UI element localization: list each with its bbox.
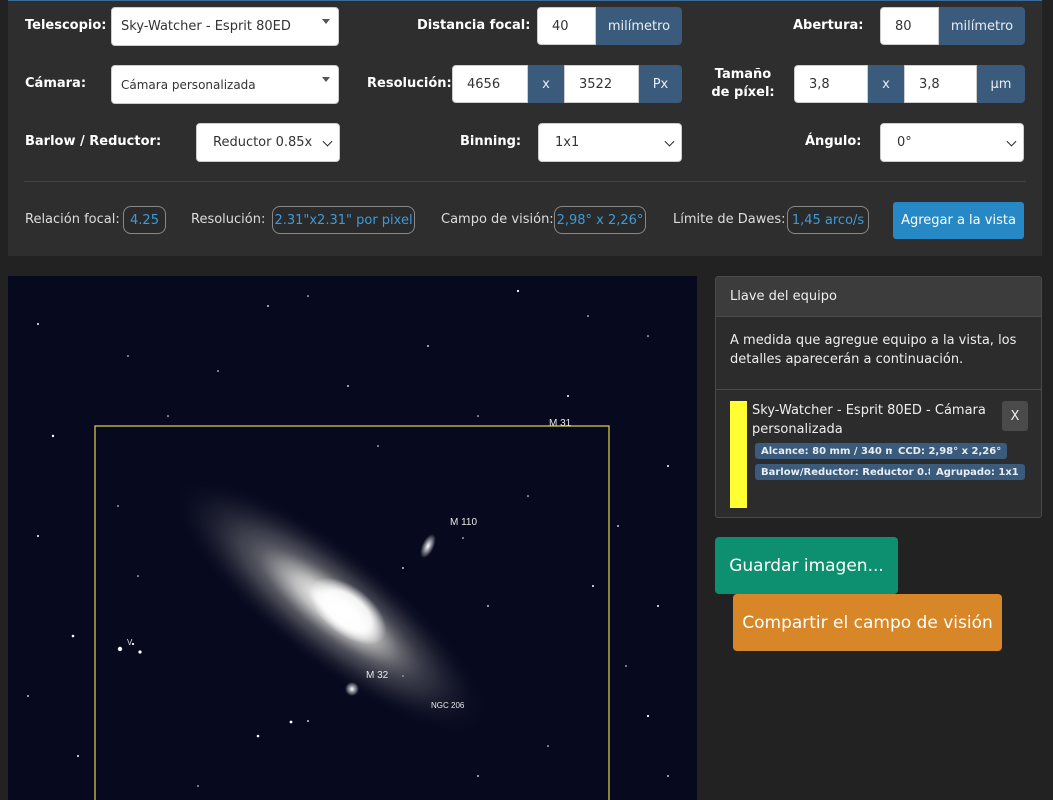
share-fov-button[interactable]: Compartir el campo de visión — [733, 594, 1002, 651]
m110-galaxy — [420, 533, 436, 559]
andromeda-galaxy — [172, 477, 488, 735]
telescope-label: Telescopio: — [25, 18, 107, 33]
pixel-size-unit: μm — [977, 65, 1025, 103]
star-field — [27, 289, 669, 787]
stat-resolution-label: Resolución: — [191, 212, 266, 227]
chevron-down-icon — [1006, 136, 1017, 147]
resolution-separator: x — [528, 65, 564, 103]
label-m31: M 31 — [549, 418, 572, 429]
barlow-value: Reductor 0.85x — [213, 135, 313, 150]
resolution-width-input[interactable]: 4656 — [452, 65, 528, 103]
binning-label: Binning: — [460, 134, 522, 149]
camera-value: Cámara personalizada — [121, 77, 256, 92]
sky-view[interactable]: M 31 M 110 M 32 NGC 206 V — [8, 276, 697, 800]
focal-ratio-label: Relación focal: — [25, 212, 120, 227]
resolution-height-input[interactable]: 3522 — [564, 65, 639, 103]
m32-galaxy — [345, 682, 359, 696]
resolution-unit: Px — [639, 65, 682, 103]
pixel-size-width-input[interactable]: 3,8 — [794, 65, 868, 103]
sky-chart: M 31 M 110 M 32 NGC 206 V — [27, 289, 669, 800]
aperture-input[interactable]: 80 — [880, 7, 939, 45]
focal-length-label: Distancia focal: — [417, 18, 531, 33]
add-to-view-button[interactable]: Agregar a la vista — [893, 202, 1024, 239]
aperture-unit: milímetro — [939, 7, 1025, 45]
camera-label: Cámara: — [25, 76, 87, 91]
label-v: V — [127, 638, 133, 647]
label-ngc206: NGC 206 — [431, 701, 465, 710]
divider — [24, 181, 1026, 182]
caret-down-icon — [322, 77, 330, 82]
binning-value: 1x1 — [555, 135, 580, 150]
remove-equipment-button[interactable]: X — [1002, 401, 1028, 431]
angle-label: Ángulo: — [805, 134, 862, 149]
equipment-key-card: Llave del equipo A medida que agregue eq… — [715, 276, 1042, 518]
chevron-down-icon — [322, 136, 333, 147]
resolution-label: Resolución: — [367, 76, 452, 91]
focal-length-unit: milímetro — [596, 7, 682, 45]
settings-panel: Telescopio: Sky-Watcher - Esprit 80ED Di… — [8, 0, 1042, 256]
equipment-key-title: Llave del equipo — [716, 277, 1041, 317]
binning-select[interactable]: 1x1 — [538, 123, 682, 162]
divider — [716, 389, 1041, 390]
dawes-badge: 1,45 arco/s — [787, 206, 869, 234]
label-m110: M 110 — [450, 517, 477, 528]
focal-length-input[interactable]: 40 — [537, 7, 596, 45]
barlow-label: Barlow / Reductor: — [25, 134, 162, 149]
focal-ratio-badge: 4.25 — [123, 206, 166, 234]
angle-select[interactable]: 0° — [880, 123, 1024, 162]
equipment-color-swatch — [730, 401, 747, 508]
tag-reach: Alcance: 80 mm / 340 mm — [755, 443, 913, 459]
aperture-label: Abertura: — [793, 18, 864, 33]
pixel-size-label: Tamaño de píxel: — [711, 67, 775, 100]
chevron-down-icon — [664, 136, 675, 147]
telescope-select[interactable]: Sky-Watcher - Esprit 80ED — [111, 7, 339, 46]
tag-barlow: Barlow/Reductor: Reductor 0.85x — [755, 464, 955, 480]
save-image-button[interactable]: Guardar imagen... — [715, 537, 898, 594]
camera-select[interactable]: Cámara personalizada — [111, 65, 339, 104]
tag-binning: Agrupado: 1x1 — [930, 464, 1025, 480]
equipment-key-description: A medida que agregue equipo a la vista, … — [730, 333, 1017, 367]
caret-down-icon — [322, 19, 330, 24]
stat-resolution-badge: 2.31"x2.31" por pixel — [272, 206, 415, 234]
dawes-label: Límite de Dawes: — [673, 212, 786, 227]
angle-value: 0° — [897, 135, 912, 150]
pixel-size-separator: x — [868, 65, 904, 103]
fov-label: Campo de visión: — [441, 212, 554, 227]
tag-ccd: CCD: 2,98° x 2,26° — [892, 443, 1008, 459]
fov-badge: 2,98° x 2,26° — [554, 206, 646, 234]
pixel-size-height-input[interactable]: 3,8 — [904, 65, 977, 103]
barlow-select[interactable]: Reductor 0.85x — [196, 123, 340, 162]
telescope-value: Sky-Watcher - Esprit 80ED — [121, 19, 291, 34]
equipment-name: Sky-Watcher - Esprit 80ED - Cámara perso… — [752, 403, 986, 437]
label-m32: M 32 — [366, 670, 389, 681]
